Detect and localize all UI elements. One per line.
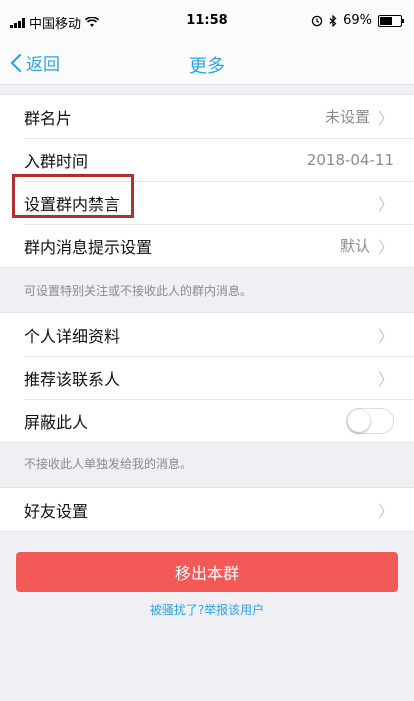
navigation-bar: 返回 更多: [0, 42, 414, 85]
chevron-right-icon: 〉: [377, 501, 394, 521]
note-text: 不接收此人单独发给我的消息。: [24, 457, 193, 471]
row-message-notify[interactable]: 群内消息提示设置 默认 〉: [0, 224, 414, 267]
group-person: 个人详细资料 〉 推荐该联系人 〉 屏蔽此人: [0, 312, 414, 443]
chevron-right-icon: 〉: [377, 237, 394, 257]
status-right: 69%: [311, 13, 404, 28]
chevron-right-icon: 〉: [377, 326, 394, 346]
toggle-knob: [348, 409, 370, 432]
row-label: 推荐该联系人: [24, 369, 121, 389]
remove-from-group-button[interactable]: 移出本群: [16, 552, 398, 592]
row-label: 好友设置: [24, 501, 89, 521]
row-label: 个人详细资料: [24, 326, 121, 346]
row-label: 群名片: [24, 108, 73, 128]
report-user-link[interactable]: 被骚扰了?举报该用户: [0, 601, 414, 618]
chevron-right-icon: 〉: [377, 194, 394, 214]
row-recommend[interactable]: 推荐该联系人 〉: [0, 356, 414, 399]
chevron-right-icon: 〉: [377, 369, 394, 389]
row-profile[interactable]: 个人详细资料 〉: [0, 313, 414, 356]
note-text: 可设置特别关注或不接收此人的群内消息。: [24, 284, 253, 298]
page-title: 更多: [189, 56, 225, 77]
battery-icon: [378, 14, 404, 27]
highlight-box: [12, 174, 134, 218]
row-label: 屏蔽此人: [24, 412, 89, 432]
alarm-icon: [311, 15, 323, 26]
row-value: 未设置: [324, 108, 370, 126]
status-bar: 中国移动 11:58 69%: [0, 0, 414, 42]
bluetooth-icon: [329, 14, 337, 27]
battery-percent: 69%: [343, 13, 372, 28]
block-toggle[interactable]: [346, 407, 394, 434]
row-value: 2018-04-11: [306, 150, 394, 169]
row-friend-settings[interactable]: 好友设置 〉: [0, 488, 414, 531]
row-block: 屏蔽此人: [0, 399, 414, 442]
row-value: 默认: [339, 237, 370, 255]
chevron-right-icon: 〉: [377, 108, 394, 128]
row-label: 群内消息提示设置: [24, 237, 153, 257]
row-group-card[interactable]: 群名片 未设置 〉: [0, 95, 414, 138]
row-label: 入群时间: [24, 151, 89, 171]
group-friend: 好友设置 〉: [0, 487, 414, 532]
